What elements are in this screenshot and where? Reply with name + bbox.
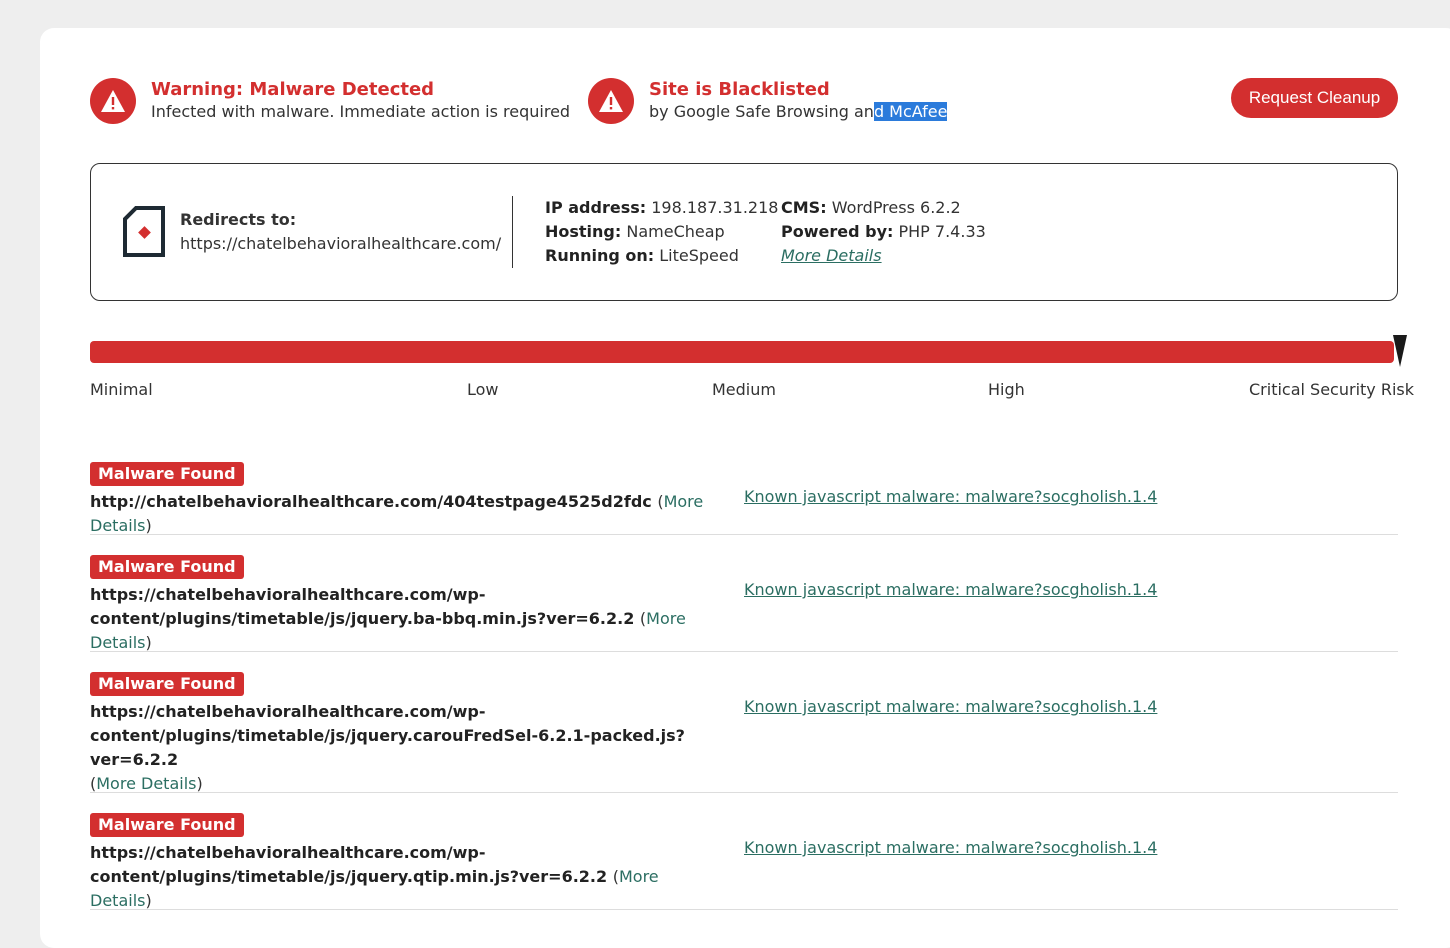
finding-url: https://chatelbehavioralhealthcare.com/w… (90, 702, 685, 793)
risk-label-low: Low (467, 380, 499, 399)
request-cleanup-button[interactable]: Request Cleanup (1231, 78, 1398, 118)
site-info-panel: Redirects to: https://chatelbehavioralhe… (90, 163, 1398, 301)
more-details-link[interactable]: More Details (96, 774, 196, 793)
malware-alert-desc: Infected with malware. Immediate action … (151, 102, 571, 121)
malware-signature-link[interactable]: Known javascript malware: malware?socgho… (744, 487, 1157, 506)
risk-label-critical: Critical Security Risk (1249, 380, 1414, 399)
finding-row: Malware Found http://chatelbehavioralhea… (90, 462, 1398, 535)
scan-result-card: Warning: Malware Detected Infected with … (40, 28, 1450, 948)
malware-signature-link[interactable]: Known javascript malware: malware?socgho… (744, 580, 1157, 599)
ip-address: IP address: 198.187.31.218 (545, 198, 779, 217)
finding-url: https://chatelbehavioralhealthcare.com/w… (90, 843, 659, 910)
malware-found-badge: Malware Found (90, 672, 244, 696)
redirect-url: https://chatelbehavioralhealthcare.com/ (180, 234, 502, 253)
blacklist-alert-title: Site is Blacklisted (649, 79, 830, 100)
powered-by: Powered by: PHP 7.4.33 (781, 222, 986, 241)
risk-label-medium: Medium (712, 380, 776, 399)
warning-icon (90, 78, 136, 124)
risk-label-minimal: Minimal (90, 380, 153, 399)
malware-found-badge: Malware Found (90, 462, 244, 486)
malware-alert: Warning: Malware Detected Infected with … (90, 78, 570, 124)
finding-url: https://chatelbehavioralhealthcare.com/w… (90, 585, 686, 652)
finding-row: Malware Found https://chatelbehavioralhe… (90, 555, 1398, 652)
hosting: Hosting: NameCheap (545, 222, 725, 241)
blacklist-alert-desc: by Google Safe Browsing and McAfee (649, 102, 948, 121)
running-on: Running on: LiteSpeed (545, 246, 739, 265)
risk-label-high: High (988, 380, 1025, 399)
risk-meter-bar (90, 341, 1394, 363)
finding-row: Malware Found https://chatelbehavioralhe… (90, 672, 1398, 793)
finding-row: Malware Found https://chatelbehavioralhe… (90, 813, 1398, 910)
cms: CMS: WordPress 6.2.2 (781, 198, 961, 217)
malware-signature-link[interactable]: Known javascript malware: malware?socgho… (744, 697, 1157, 716)
risk-pointer-icon (1392, 334, 1408, 372)
redirect-label: Redirects to: (180, 210, 297, 229)
blacklist-alert: Site is Blacklisted by Google Safe Brows… (588, 78, 948, 124)
malware-signature-link[interactable]: Known javascript malware: malware?socgho… (744, 838, 1157, 857)
selected-text: d McAfee (873, 102, 948, 121)
finding-url: http://chatelbehavioralhealthcare.com/40… (90, 492, 704, 535)
malware-alert-title: Warning: Malware Detected (151, 79, 435, 100)
site-file-icon (122, 206, 166, 262)
divider (512, 196, 513, 268)
more-details-link[interactable]: More Details (781, 246, 882, 265)
malware-found-badge: Malware Found (90, 813, 244, 837)
warning-icon (588, 78, 634, 124)
malware-found-badge: Malware Found (90, 555, 244, 579)
